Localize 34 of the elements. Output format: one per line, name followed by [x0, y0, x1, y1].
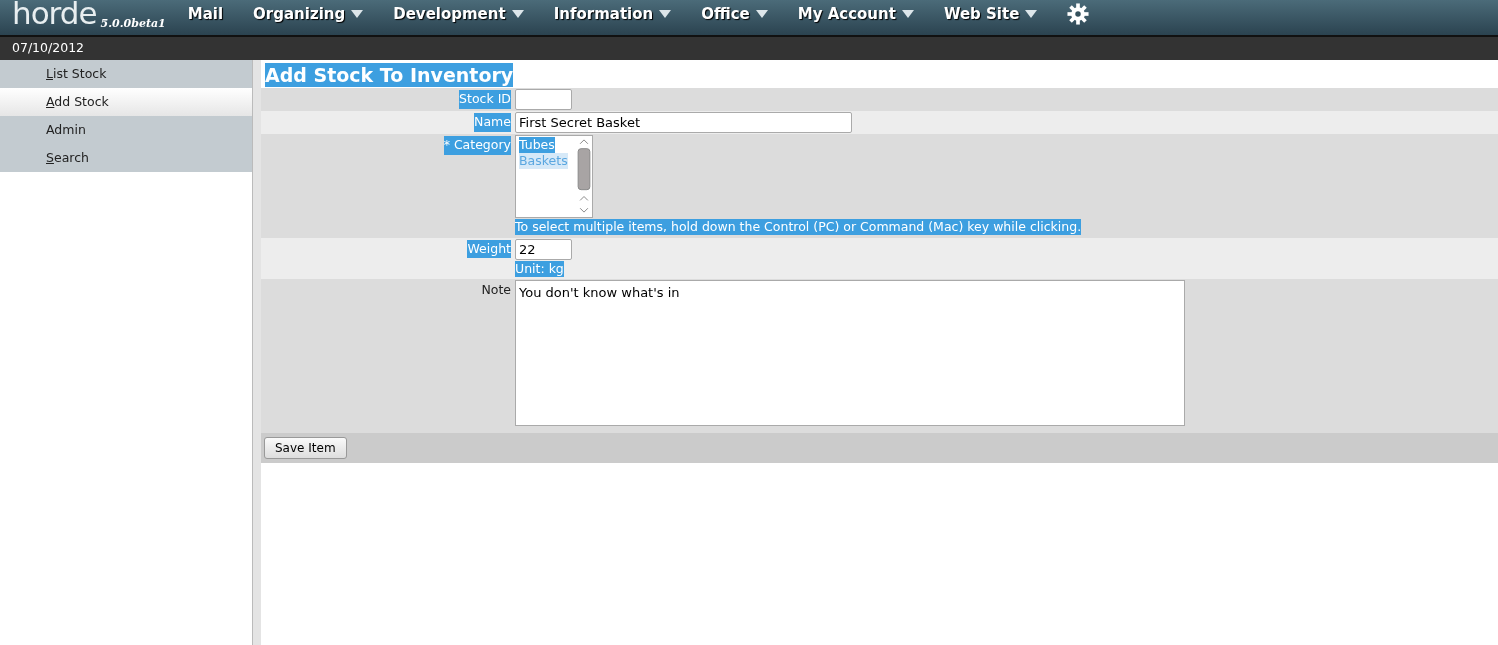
sidebar-item[interactable]: List Stock [0, 60, 252, 88]
caret-icon [755, 10, 768, 19]
caret-icon [1025, 10, 1038, 19]
input-field[interactable]: First Secret Basket [515, 111, 852, 133]
field-label: Stock ID [459, 89, 511, 109]
version-text: 5.0.0beta1 [100, 16, 166, 32]
menu-item[interactable]: Mail [187, 0, 224, 26]
settings-icon[interactable] [1067, 3, 1090, 25]
input-field[interactable]: 22 [515, 238, 572, 260]
help-text: Unit: kg [515, 260, 564, 277]
save-button[interactable]: Save Item [264, 437, 347, 459]
menu-item[interactable]: Web Site [943, 0, 1038, 26]
menu-item[interactable]: Information [553, 0, 672, 26]
menu-item[interactable]: My Account [797, 0, 914, 26]
field-label: Name [474, 112, 511, 132]
caret-icon [351, 10, 364, 19]
field-label: * Category [443, 135, 511, 155]
field-label: Weight [467, 239, 511, 259]
note-textarea[interactable]: You don't know what's in [515, 280, 1185, 427]
date-text: 07/10/2012 [0, 37, 1498, 60]
sidebar-item[interactable]: Admin [0, 116, 252, 144]
menu-item[interactable]: Office [701, 0, 768, 26]
input-field[interactable] [515, 88, 572, 110]
menu-item[interactable]: Organizing [253, 0, 364, 26]
caret-icon [901, 10, 914, 19]
caret-icon [511, 10, 524, 19]
pane-splitter[interactable] [252, 60, 261, 645]
sidebar-item[interactable]: Search [0, 144, 252, 172]
menu-item[interactable]: Development [393, 0, 524, 26]
field-label: Note [481, 281, 511, 300]
help-text: To select multiple items, hold down the Control (PC) or Command (Mac) key while clicking. [515, 218, 1082, 235]
caret-icon [659, 10, 672, 19]
form-title: Add Stock To Inventory [265, 63, 514, 87]
logo[interactable]: horde [12, 0, 97, 28]
